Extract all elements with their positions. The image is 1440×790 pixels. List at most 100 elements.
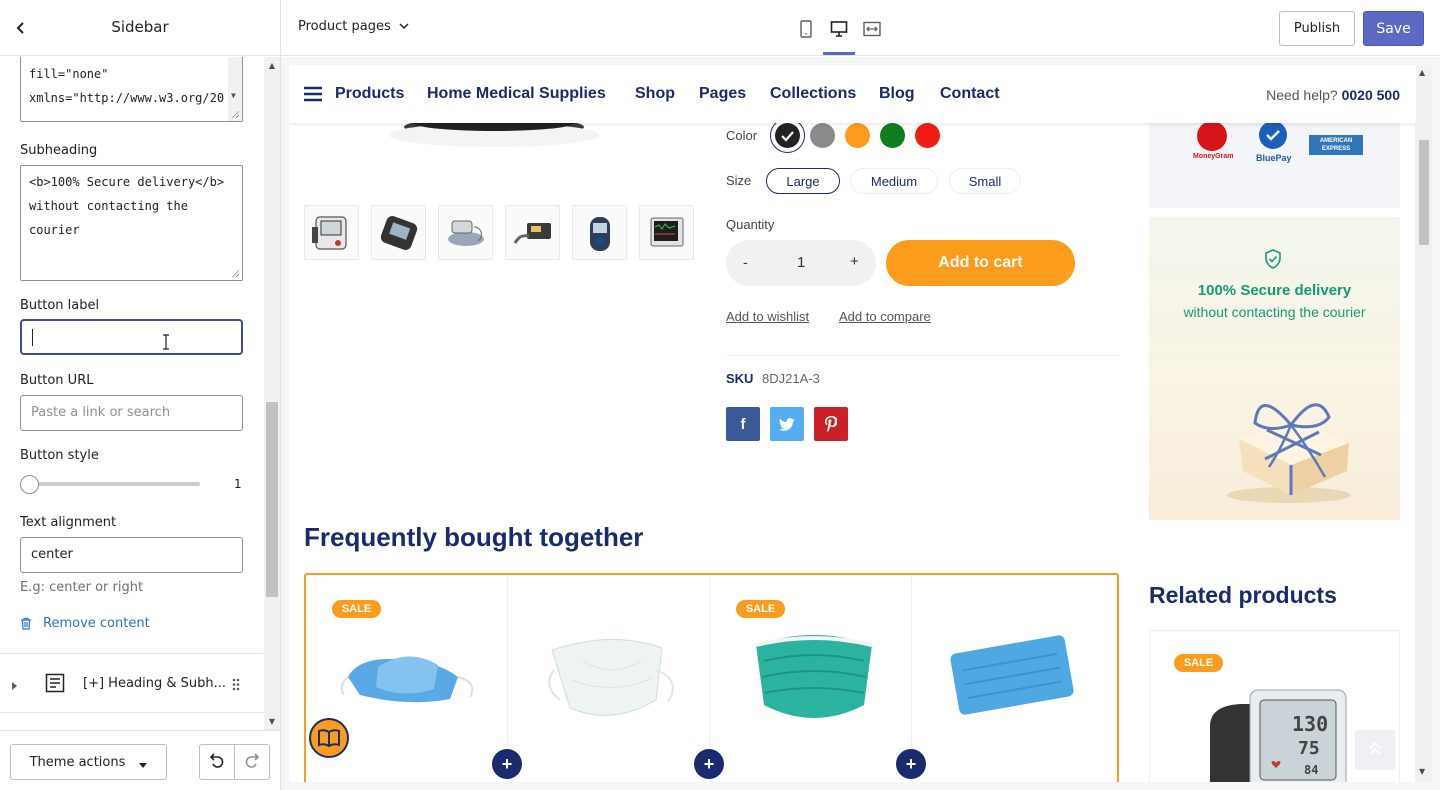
text-alignment-input[interactable]: center — [20, 537, 243, 573]
product-thumbnail[interactable] — [438, 205, 493, 260]
undo-icon — [208, 751, 226, 773]
slider-handle[interactable] — [20, 475, 39, 494]
facebook-share-icon[interactable]: f — [726, 407, 760, 441]
color-swatch-gray[interactable] — [810, 123, 835, 148]
fbt-product-card[interactable]: + — [508, 575, 724, 782]
quantity-stepper: - 1 + — [726, 240, 876, 286]
product-thumbnail[interactable] — [572, 205, 627, 260]
scrollbar-thumb[interactable] — [266, 402, 278, 597]
desktop-view-icon[interactable] — [828, 18, 850, 40]
size-label: Size — [726, 173, 752, 188]
nav-products[interactable]: Products — [335, 85, 404, 103]
scroll-down-icon[interactable]: ▼ — [231, 84, 236, 108]
button-label-input[interactable] — [20, 319, 243, 355]
quantity-decrease[interactable]: - — [743, 254, 748, 270]
sku-label: SKU — [726, 371, 754, 386]
help-phone[interactable]: 0020 500 — [1342, 87, 1400, 103]
nav-shop[interactable]: Shop — [635, 85, 675, 103]
color-swatch-orange[interactable] — [845, 123, 870, 148]
fbt-product-card[interactable]: SALE + — [710, 575, 926, 782]
secure-subtitle: without contacting the courier — [1183, 304, 1366, 320]
amex-text: EXPRESS — [1321, 146, 1351, 152]
remove-content-link[interactable]: Remove content — [20, 614, 150, 632]
undo-button[interactable] — [199, 744, 235, 780]
product-thumbnail[interactable] — [371, 205, 426, 260]
sidebar-bottom-bar: Theme actions — [0, 730, 280, 790]
add-to-wishlist-link[interactable]: Add to wishlist — [726, 309, 809, 324]
product-thumbnail[interactable] — [304, 205, 359, 260]
scroll-up-icon[interactable]: ▲ — [267, 61, 277, 70]
nav-collections[interactable]: Collections — [770, 85, 856, 103]
button-style-label: Button style — [20, 448, 99, 463]
subheading-textarea[interactable]: <b>100% Secure delivery</b> without cont… — [20, 165, 243, 281]
theme-actions-button[interactable]: Theme actions — [10, 744, 167, 780]
add-to-compare-link[interactable]: Add to compare — [839, 309, 931, 324]
fbt-title: Frequently bought together — [304, 522, 644, 552]
amex-logo: AMERICAN EXPRESS — [1309, 135, 1363, 155]
expand-caret-icon[interactable] — [11, 676, 19, 695]
button-url-input[interactable]: Paste a link or search — [20, 395, 243, 431]
save-button[interactable]: Save — [1363, 11, 1424, 46]
back-to-top-button[interactable] — [1355, 730, 1395, 770]
nav-pages[interactable]: Pages — [699, 85, 746, 103]
nav-contact[interactable]: Contact — [940, 85, 1000, 103]
double-chevron-up-icon — [1367, 740, 1383, 761]
mobile-view-icon[interactable] — [795, 18, 817, 40]
quantity-increase[interactable]: + — [850, 253, 859, 270]
store-preview: Products Home Medical Supplies Shop Page… — [281, 57, 1440, 790]
publish-button[interactable]: Publish — [1279, 11, 1355, 46]
subheading-line: without contacting the courier — [29, 199, 188, 237]
help-label: Need help? — [1266, 87, 1338, 103]
monitor-reading-dia: 75 — [1298, 738, 1320, 759]
product-thumbnail[interactable] — [639, 205, 694, 260]
block-item-heading-subheading[interactable]: [+] Heading & Subh... — [0, 653, 263, 713]
slider-track — [25, 482, 200, 486]
product-image[interactable] — [338, 637, 478, 722]
scroll-up-icon[interactable]: ▲ — [1419, 68, 1425, 77]
product-image[interactable] — [942, 630, 1082, 730]
hamburger-menu-icon[interactable] — [304, 86, 322, 107]
scrollbar-thumb[interactable] — [1419, 140, 1429, 245]
redo-button[interactable] — [234, 744, 270, 780]
active-device-indicator — [823, 52, 855, 55]
pinterest-share-icon[interactable] — [814, 407, 848, 441]
fbt-product-card[interactable] — [912, 575, 1114, 782]
sidebar-header: Sidebar — [0, 0, 280, 56]
related-products-title: Related products — [1149, 582, 1337, 608]
sale-badge: SALE — [332, 600, 381, 618]
color-swatch-red[interactable] — [915, 123, 940, 148]
product-thumbnail[interactable] — [505, 205, 560, 260]
product-image[interactable] — [542, 630, 682, 735]
product-image[interactable]: 130 75 84 — [1200, 686, 1350, 782]
button-style-slider[interactable] — [20, 475, 200, 494]
sidebar-settings: fill="none" xmlns="http://www.w3.org/20 … — [0, 57, 263, 730]
code-line: xmlns="http://www.w3.org/20 — [29, 91, 225, 105]
size-medium[interactable]: Medium — [850, 168, 938, 194]
scroll-down-icon[interactable]: ▼ — [267, 717, 277, 726]
nav-blog[interactable]: Blog — [879, 85, 915, 103]
button-style-value: 1 — [234, 477, 242, 491]
svg-code-textarea[interactable]: fill="none" xmlns="http://www.w3.org/20 … — [20, 57, 243, 122]
fullscreen-view-icon[interactable] — [861, 18, 883, 40]
size-large[interactable]: Large — [766, 168, 840, 194]
main-product-image[interactable] — [379, 121, 609, 157]
sidebar-scrollbar[interactable]: ▲ ▼ — [264, 57, 280, 730]
text-block-icon — [45, 673, 65, 697]
color-swatch-black[interactable] — [775, 123, 800, 148]
product-image[interactable] — [744, 625, 884, 735]
scroll-down-icon[interactable]: ▼ — [1419, 767, 1425, 776]
quantity-value[interactable]: 1 — [797, 254, 805, 271]
drag-handle-icon[interactable] — [232, 676, 240, 695]
preview-scrollbar[interactable]: ▲ ▼ — [1415, 65, 1432, 782]
resize-handle-icon[interactable] — [231, 269, 239, 277]
book-icon[interactable] — [309, 718, 349, 758]
secure-delivery-banner[interactable]: 100% Secure delivery without contacting … — [1149, 217, 1400, 520]
add-to-cart-button[interactable]: Add to cart — [886, 240, 1075, 286]
page-type-select[interactable]: Product pages — [298, 19, 409, 34]
divider — [726, 355, 1119, 356]
color-swatch-green[interactable] — [880, 123, 905, 148]
nav-home-medical-supplies[interactable]: Home Medical Supplies — [427, 85, 606, 103]
size-small[interactable]: Small — [949, 168, 1021, 194]
resize-handle-icon[interactable] — [231, 110, 239, 118]
twitter-share-icon[interactable] — [770, 407, 804, 441]
